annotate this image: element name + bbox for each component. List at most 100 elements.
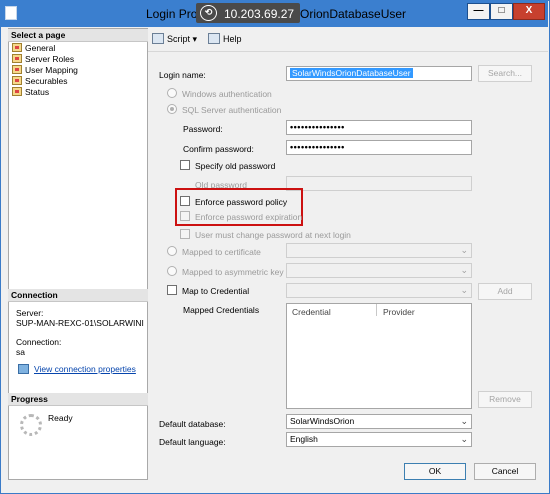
page-item-general[interactable]: General: [12, 43, 55, 54]
page-item-label: General: [25, 43, 56, 53]
asymmetric-key-dropdown[interactable]: ⌄: [286, 263, 472, 278]
progress-header: Progress: [8, 393, 148, 406]
provider-column-header[interactable]: Provider: [383, 307, 415, 317]
login-name-value: SolarWindsOrionDatabaseUser: [290, 68, 413, 78]
progress-status: Ready: [48, 413, 73, 423]
help-button[interactable]: Help: [208, 33, 242, 47]
credential-column-header[interactable]: Credential: [292, 307, 331, 317]
add-credential-button[interactable]: Add: [478, 283, 532, 300]
credential-dropdown[interactable]: ⌄: [286, 283, 472, 298]
page-icon: [12, 87, 22, 96]
default-database-dropdown[interactable]: SolarWindsOrion ⌄: [286, 414, 472, 429]
confirm-password-field[interactable]: •••••••••••••••: [286, 140, 472, 155]
page-item-label: Server Roles: [25, 54, 75, 64]
default-database-label: Default database:: [159, 419, 226, 429]
connection-properties-icon: [18, 364, 29, 374]
default-language-dropdown[interactable]: English ⌄: [286, 432, 472, 447]
mapped-to-certificate-radio[interactable]: [167, 246, 177, 256]
enforce-password-policy-label: Enforce password policy: [195, 197, 288, 207]
enforce-password-expiration-checkbox[interactable]: [180, 211, 190, 221]
connection-header: Connection: [8, 289, 148, 302]
chevron-down-icon: ⌄: [460, 285, 468, 295]
window-title-suffix: OrionDatabaseUser: [300, 7, 407, 21]
must-change-password-label: User must change password at next login: [195, 230, 351, 240]
sql-auth-label: SQL Server authentication: [182, 105, 282, 115]
chevron-down-icon: ⌄: [460, 245, 468, 255]
select-page-header: Select a page: [8, 29, 148, 42]
default-language-label: Default language:: [159, 437, 226, 447]
map-to-credential-label: Map to Credential: [182, 286, 250, 296]
map-to-credential-checkbox[interactable]: [167, 285, 177, 295]
column-separator: [376, 304, 377, 316]
window-system-icon[interactable]: [5, 6, 17, 20]
windows-auth-label: Windows authentication: [182, 89, 272, 99]
ok-button[interactable]: OK: [404, 463, 466, 480]
login-name-label: Login name:: [159, 70, 206, 80]
old-password-field[interactable]: [286, 176, 472, 191]
page-item-user-mapping[interactable]: User Mapping: [12, 65, 78, 76]
mapped-to-asymmetric-key-radio[interactable]: [167, 266, 177, 276]
must-change-password-option[interactable]: User must change password at next login: [180, 229, 351, 240]
specify-old-password-checkbox[interactable]: [180, 160, 190, 170]
maximize-button[interactable]: □: [490, 3, 513, 20]
password-label: Password:: [183, 124, 223, 134]
mapped-to-asymmetric-key-option[interactable]: Mapped to asymmetric key: [167, 266, 284, 277]
login-name-field[interactable]: SolarWindsOrionDatabaseUser: [286, 66, 472, 81]
mapped-credentials-label: Mapped Credentials: [183, 305, 260, 315]
script-icon: [152, 33, 164, 44]
enforce-password-policy-checkbox[interactable]: [180, 196, 190, 206]
confirm-password-label: Confirm password:: [183, 144, 254, 154]
must-change-password-checkbox[interactable]: [180, 229, 190, 239]
page-item-label: User Mapping: [25, 65, 78, 75]
sql-auth-option[interactable]: SQL Server authentication: [167, 104, 281, 115]
windows-auth-option[interactable]: Windows authentication: [167, 88, 272, 99]
progress-spinner-icon: [20, 414, 42, 436]
connection-value: sa: [16, 347, 25, 357]
enforce-password-policy-option[interactable]: Enforce password policy: [180, 196, 287, 207]
specify-old-password-option[interactable]: Specify old password: [180, 160, 275, 171]
cancel-button[interactable]: Cancel: [474, 463, 536, 480]
mapped-to-certificate-option[interactable]: Mapped to certificate: [167, 246, 261, 257]
mapped-to-asymmetric-key-label: Mapped to asymmetric key: [182, 267, 284, 277]
page-item-status[interactable]: Status: [12, 87, 49, 98]
script-label: Script: [167, 34, 191, 44]
sql-auth-radio[interactable]: [167, 104, 177, 114]
page-icon: [12, 43, 22, 52]
password-field[interactable]: •••••••••••••••: [286, 120, 472, 135]
map-to-credential-option[interactable]: Map to Credential: [167, 285, 249, 296]
minimize-button[interactable]: —: [467, 3, 490, 20]
help-label: Help: [223, 34, 242, 44]
page-item-server-roles[interactable]: Server Roles: [12, 54, 74, 65]
page-icon: [12, 65, 22, 74]
chevron-down-icon: ⌄: [460, 416, 468, 426]
default-language-value: English: [290, 434, 318, 444]
enforce-password-expiration-option[interactable]: Enforce password expiration: [180, 211, 302, 222]
enforce-password-expiration-label: Enforce password expiration: [195, 212, 303, 222]
remove-credential-button[interactable]: Remove: [478, 391, 532, 408]
windows-auth-radio[interactable]: [167, 88, 177, 98]
close-button[interactable]: X: [513, 3, 545, 20]
mapped-credentials-grid[interactable]: [286, 303, 472, 409]
mapped-to-certificate-label: Mapped to certificate: [182, 247, 261, 257]
chevron-down-icon: ⌄: [460, 434, 468, 444]
script-button[interactable]: Script ▾: [152, 33, 197, 47]
server-value: SUP-MAN-REXC-01\SOLARWINI: [16, 318, 144, 328]
connection-label: Connection:: [16, 337, 62, 347]
specify-old-password-label: Specify old password: [195, 161, 276, 171]
view-connection-properties-link[interactable]: View connection properties: [34, 364, 136, 374]
chevron-down-icon: ▾: [192, 34, 198, 44]
help-icon: [208, 33, 220, 44]
search-button[interactable]: Search...: [478, 65, 532, 82]
page-item-securables[interactable]: Securables: [12, 76, 68, 87]
default-database-value: SolarWindsOrion: [290, 416, 355, 426]
certificate-dropdown[interactable]: ⌄: [286, 243, 472, 258]
window-title-prefix: Login Pro: [146, 7, 198, 21]
page-item-label: Status: [25, 87, 50, 97]
remote-ip-address: 10.203.69.27: [224, 7, 295, 21]
chevron-down-icon: ⌄: [460, 265, 468, 275]
remote-connection-icon[interactable]: ⟲: [200, 5, 217, 21]
page-icon: [12, 76, 22, 85]
server-label: Server:: [16, 308, 44, 318]
page-icon: [12, 54, 22, 63]
page-item-label: Securables: [25, 76, 68, 86]
